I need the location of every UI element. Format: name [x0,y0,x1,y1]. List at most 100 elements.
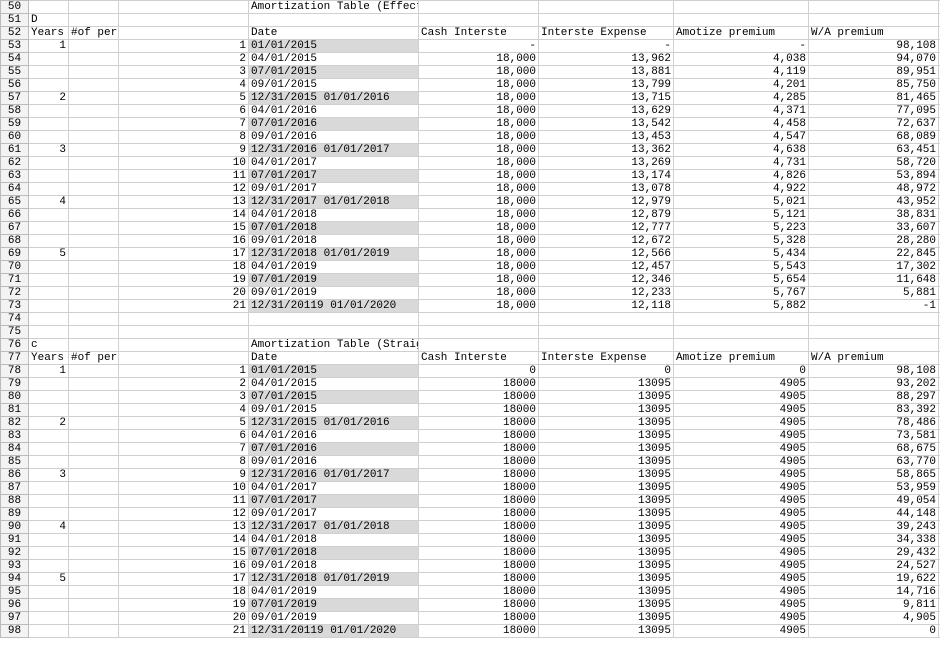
cell-interest-expense[interactable]: 13095 [539,430,674,443]
row-number[interactable]: 92 [1,547,29,560]
cell-years[interactable] [29,235,69,248]
row-number[interactable]: 98 [1,625,29,638]
cell-interest-expense[interactable]: 13,269 [539,157,674,170]
cell-wa-premium[interactable]: 83,392 [809,404,939,417]
cell-interest-expense[interactable]: 12,233 [539,287,674,300]
cell-years[interactable] [29,391,69,404]
cell-wa-premium[interactable]: 53,894 [809,170,939,183]
row-number[interactable]: 89 [1,508,29,521]
cell-date[interactable]: 04/01/2017 [249,482,419,495]
cell-cash-interest[interactable]: 18,000 [419,222,539,235]
cell-years[interactable] [29,404,69,417]
cell-amortize-premium[interactable]: 5,021 [674,196,809,209]
row-number[interactable]: 80 [1,391,29,404]
cell-date[interactable]: 12/31/2017 01/01/2018 [249,521,419,534]
spreadsheet-grid[interactable]: 50Amortization Table (Effective interest… [0,0,940,638]
row-number[interactable]: 84 [1,443,29,456]
cell-cash-interest[interactable]: 18000 [419,378,539,391]
cell-period[interactable]: 12 [119,508,249,521]
cell-period[interactable]: 4 [119,404,249,417]
cell-interest-expense[interactable]: 13,078 [539,183,674,196]
cell-date[interactable]: 04/01/2015 [249,53,419,66]
cell-period[interactable]: 9 [119,144,249,157]
cell-years[interactable] [29,261,69,274]
cell-amortize-premium[interactable]: 4905 [674,404,809,417]
cell-interest-expense[interactable]: 13095 [539,599,674,612]
cell-interest-expense[interactable]: 12,346 [539,274,674,287]
cell-date[interactable]: 12/31/2018 01/01/2019 [249,248,419,261]
cell-years[interactable]: 1 [29,40,69,53]
row-number[interactable]: 65 [1,196,29,209]
cell-wa-premium[interactable]: -1 [809,300,939,313]
cell-wa-premium[interactable]: 34,338 [809,534,939,547]
cell-date[interactable]: 09/01/2016 [249,456,419,469]
cell-wa-premium[interactable]: 17,302 [809,261,939,274]
row-number[interactable]: 97 [1,612,29,625]
cell-years[interactable]: 5 [29,573,69,586]
cell-wa-premium[interactable]: 0 [809,625,939,638]
cell-interest-expense[interactable]: 13,881 [539,66,674,79]
cell-period[interactable]: 11 [119,170,249,183]
cell-date[interactable]: 07/01/2015 [249,391,419,404]
cell-years[interactable] [29,209,69,222]
cell-date[interactable]: 07/01/2015 [249,66,419,79]
cell-cash-interest[interactable]: 18000 [419,417,539,430]
cell-interest-expense[interactable]: 13095 [539,534,674,547]
cell-amortize-premium[interactable]: 5,654 [674,274,809,287]
cell-interest-expense[interactable]: 12,566 [539,248,674,261]
cell-years[interactable] [29,118,69,131]
cell-period[interactable]: 8 [119,456,249,469]
cell-cash-interest[interactable]: 18000 [419,430,539,443]
cell-wa-premium[interactable]: 9,811 [809,599,939,612]
cell-interest-expense[interactable]: 12,979 [539,196,674,209]
cell-interest-expense[interactable]: 13095 [539,404,674,417]
cell-period[interactable]: 15 [119,222,249,235]
cell-amortize-premium[interactable]: 4,285 [674,92,809,105]
cell-amortize-premium[interactable]: 4,038 [674,53,809,66]
cell-amortize-premium[interactable]: 4905 [674,560,809,573]
cell-cash-interest[interactable]: 18,000 [419,209,539,222]
cell-period[interactable]: 18 [119,261,249,274]
cell-cash-interest[interactable]: 18000 [419,573,539,586]
row-number[interactable]: 85 [1,456,29,469]
cell-years[interactable] [29,79,69,92]
cell-cash-interest[interactable]: 18000 [419,482,539,495]
cell-period[interactable]: 8 [119,131,249,144]
cell-amortize-premium[interactable]: 4905 [674,547,809,560]
row-number[interactable]: 75 [1,326,29,339]
cell-years[interactable] [29,274,69,287]
row-number[interactable]: 59 [1,118,29,131]
cell-amortize-premium[interactable]: 4905 [674,469,809,482]
row-number[interactable]: 55 [1,66,29,79]
cell-years[interactable] [29,105,69,118]
cell-wa-premium[interactable]: 94,070 [809,53,939,66]
cell-interest-expense[interactable]: 13095 [539,560,674,573]
cell-wa-premium[interactable]: 24,527 [809,560,939,573]
cell-years[interactable]: 3 [29,144,69,157]
row-number[interactable]: 60 [1,131,29,144]
cell-period[interactable]: 2 [119,53,249,66]
cell-period[interactable]: 3 [119,66,249,79]
cell-interest-expense[interactable]: 12,118 [539,300,674,313]
row-number[interactable]: 58 [1,105,29,118]
row-number[interactable]: 52 [1,27,29,40]
cell-interest-expense[interactable]: 13,542 [539,118,674,131]
cell-date[interactable]: 09/01/2017 [249,183,419,196]
cell-years[interactable]: 2 [29,417,69,430]
cell-wa-premium[interactable]: 85,750 [809,79,939,92]
cell-wa-premium[interactable]: 68,089 [809,131,939,144]
row-number[interactable]: 70 [1,261,29,274]
cell-date[interactable]: 07/01/2019 [249,274,419,287]
cell-wa-premium[interactable]: 88,297 [809,391,939,404]
cell-date[interactable]: 12/31/2016 01/01/2017 [249,469,419,482]
cell-period[interactable]: 3 [119,391,249,404]
cell-amortize-premium[interactable]: 4905 [674,573,809,586]
row-number[interactable]: 78 [1,365,29,378]
cell-amortize-premium[interactable]: 4,201 [674,79,809,92]
cell-date[interactable]: 04/01/2018 [249,534,419,547]
row-number[interactable]: 96 [1,599,29,612]
cell-cash-interest[interactable]: 18,000 [419,79,539,92]
row-number[interactable]: 54 [1,53,29,66]
cell-wa-premium[interactable]: 81,465 [809,92,939,105]
row-number[interactable]: 53 [1,40,29,53]
